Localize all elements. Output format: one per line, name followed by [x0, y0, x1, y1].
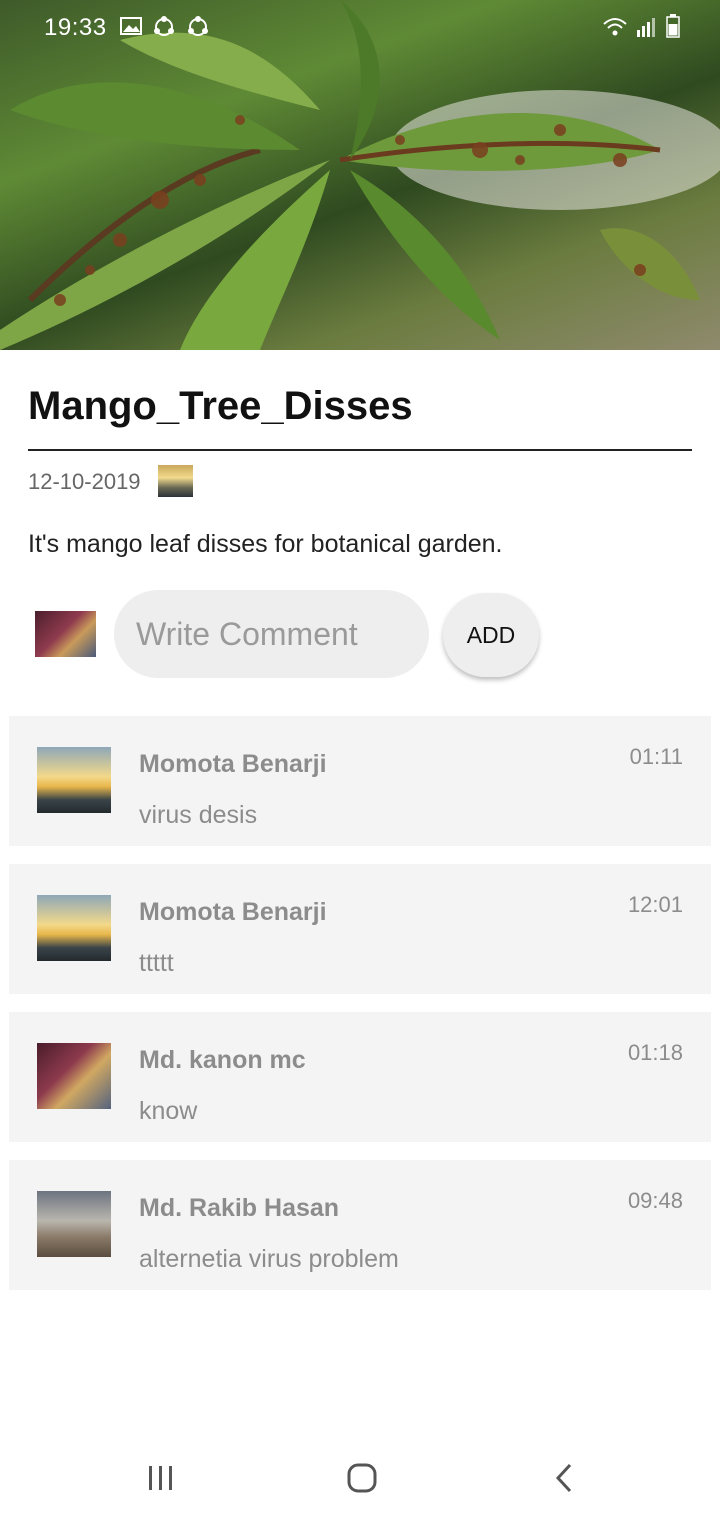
post-description: It's mango leaf disses for botanical gar…	[28, 530, 503, 558]
comment-time: 09:48	[627, 1188, 683, 1213]
comment-text: know	[139, 1097, 198, 1125]
back-button[interactable]	[534, 1456, 594, 1500]
comment-item[interactable]: Md. kanon mc know 01:18	[9, 1012, 711, 1142]
post-title: Mango_Tree_Disses	[28, 384, 413, 428]
home-button[interactable]	[332, 1456, 392, 1500]
commenter-avatar	[37, 895, 111, 961]
sync-icon	[188, 16, 208, 36]
comment-text: virus desis	[139, 801, 258, 829]
comment-item[interactable]: Md. Rakib Hasan alternetia virus problem…	[9, 1160, 711, 1290]
comment-text: ttttt	[139, 949, 174, 977]
current-user-avatar	[35, 611, 96, 657]
notification-icons	[120, 16, 210, 38]
comment-text: alternetia virus problem	[139, 1245, 399, 1273]
image-icon	[120, 17, 142, 35]
comments-list: Momota Benarji virus desis 01:11 Momota …	[9, 716, 711, 1308]
system-navigation-bar	[0, 1432, 720, 1520]
commenter-avatar	[37, 1191, 111, 1257]
add-comment-button[interactable]: ADD	[443, 593, 539, 677]
back-icon	[555, 1463, 572, 1493]
recent-apps-icon	[149, 1466, 172, 1490]
commenter-name: Md. kanon mc	[139, 1046, 306, 1074]
comment-item[interactable]: Momota Benarji virus desis 01:11	[9, 716, 711, 846]
comment-time: 01:18	[627, 1040, 683, 1065]
sync-icon	[154, 16, 174, 36]
author-avatar	[158, 465, 193, 497]
recent-apps-button[interactable]	[131, 1456, 191, 1500]
commenter-name: Md. Rakib Hasan	[139, 1194, 340, 1222]
wifi-icon	[603, 18, 627, 36]
title-divider	[28, 449, 692, 451]
commenter-avatar	[37, 1043, 111, 1109]
commenter-name: Momota Benarji	[139, 750, 327, 778]
commenter-avatar	[37, 747, 111, 813]
battery-icon	[666, 14, 680, 38]
commenter-name: Momota Benarji	[139, 898, 327, 926]
comment-item[interactable]: Momota Benarji ttttt 12:01	[9, 864, 711, 994]
comment-time: 01:11	[629, 744, 683, 769]
system-icons	[602, 14, 680, 38]
comment-time: 12:01	[627, 892, 683, 917]
home-icon	[347, 1463, 377, 1493]
status-time: 19:33	[44, 14, 107, 41]
post-date: 12-10-2019	[28, 469, 141, 494]
comment-input[interactable]	[114, 590, 429, 678]
signal-icon	[637, 18, 655, 37]
status-bar: 19:33	[0, 0, 720, 56]
